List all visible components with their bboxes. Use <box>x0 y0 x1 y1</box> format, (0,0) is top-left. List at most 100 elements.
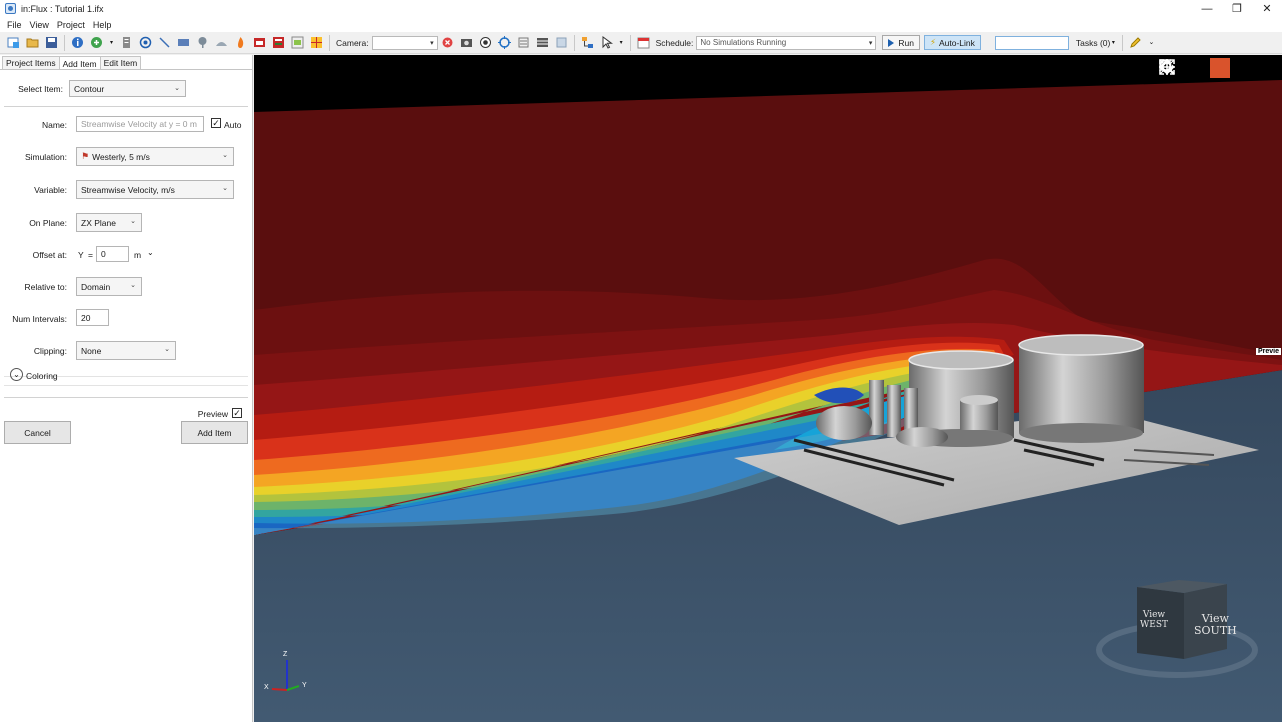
axis-y-label: Y <box>302 682 307 689</box>
preview-tag: Previe <box>1256 348 1282 355</box>
num-intervals-field[interactable]: 20 <box>76 309 109 326</box>
delete-camera-icon[interactable] <box>440 36 454 50</box>
crosshair-icon[interactable] <box>497 36 511 50</box>
new-project-icon[interactable] <box>7 36 21 50</box>
simulation-dropdown[interactable]: ⚑ Westerly, 5 m/s ⌄ <box>76 147 234 166</box>
chevron-down-icon: ⌄ <box>164 346 170 353</box>
offset-value-field[interactable]: 0 <box>96 246 129 262</box>
app-icon <box>5 3 16 14</box>
camera-label: Camera: <box>336 37 369 48</box>
open-folder-icon[interactable] <box>26 36 40 50</box>
menu-bar: File View Project Help <box>0 17 1282 32</box>
dropdown-arrow-icon[interactable]: ▾ <box>109 36 115 50</box>
edit-report-icon[interactable] <box>291 36 305 50</box>
terrain-icon[interactable] <box>215 36 229 50</box>
frame-icon[interactable] <box>554 36 568 50</box>
simulation-label: Simulation: <box>24 152 67 162</box>
divider <box>4 385 248 386</box>
rotate-icon[interactable] <box>1161 58 1254 78</box>
menu-help[interactable]: Help <box>89 20 116 30</box>
close-button[interactable]: ✕ <box>1252 0 1282 17</box>
maximize-button[interactable]: ❐ <box>1222 0 1252 17</box>
chevron-down-icon: ⌄ <box>130 218 136 225</box>
record-icon[interactable] <box>478 36 492 50</box>
variable-dropdown[interactable]: Streamwise Velocity, m/s ⌄ <box>76 180 234 199</box>
target-icon[interactable] <box>139 36 153 50</box>
select-item-dropdown[interactable]: Contour ⌄ <box>69 80 186 97</box>
add-item-form: Select Item: Contour ⌄ Name: Streamwise V… <box>0 69 252 722</box>
panel-tabs: Project Items Add Item Edit Item <box>2 56 142 71</box>
calendar-icon[interactable] <box>636 36 650 50</box>
chevron-down-icon: ⌄ <box>174 85 180 92</box>
toolbar-separator <box>629 34 631 51</box>
menu-file[interactable]: File <box>3 20 26 30</box>
expand-chevron-icon[interactable]: ⌄ <box>10 368 23 381</box>
side-panel: Project Items Add Item Edit Item Select … <box>0 55 253 722</box>
auto-label: Auto <box>224 120 242 130</box>
unit-chevron-icon[interactable]: ⌄ <box>147 248 154 257</box>
preview-checkbox[interactable]: ✓ <box>232 408 242 418</box>
info-icon[interactable] <box>71 36 85 50</box>
window-controls: — ❐ ✕ <box>1192 0 1282 17</box>
building-icon[interactable] <box>120 36 134 50</box>
name-label: Name: <box>41 120 67 130</box>
toolbar-separator <box>1121 34 1123 51</box>
box-icon[interactable] <box>177 36 191 50</box>
offset-axis: Y <box>78 250 84 260</box>
auto-link-button[interactable]: ⚡ Auto-Link <box>924 35 981 50</box>
axis-x-label: X <box>264 684 269 691</box>
pan-icon[interactable] <box>1159 58 1230 78</box>
coloring-section-header[interactable]: Coloring <box>26 371 58 381</box>
table-icon[interactable] <box>535 36 549 50</box>
relative-to-label: Relative to: <box>24 282 67 292</box>
view-cube-west-label[interactable]: View WEST <box>1140 610 1168 631</box>
grid-icon[interactable] <box>310 36 324 50</box>
relative-to-dropdown[interactable]: Domain ⌄ <box>76 277 142 296</box>
name-field[interactable]: Streamwise Velocity at y = 0 m <box>76 116 204 132</box>
tab-edit-item[interactable]: Edit Item <box>99 56 142 70</box>
schedule-label: Schedule: <box>655 37 694 48</box>
menu-project[interactable]: Project <box>53 20 89 30</box>
camera-select[interactable]: ▾ <box>371 35 438 50</box>
zoom-icon[interactable] <box>1159 58 1206 78</box>
viewport-toolbar <box>1158 58 1278 78</box>
preview-label: Preview <box>197 409 228 419</box>
chart-icon[interactable] <box>253 36 267 50</box>
overflow-chevron-icon[interactable]: ⌄ <box>1147 36 1155 50</box>
add-green-icon[interactable] <box>90 36 104 50</box>
hierarchy-icon[interactable] <box>580 36 594 50</box>
auto-checkbox[interactable]: ✓ <box>211 118 221 128</box>
layers-icon[interactable] <box>516 36 530 50</box>
save-icon[interactable] <box>45 36 59 50</box>
offset-unit: m <box>134 250 142 260</box>
cancel-button[interactable]: Cancel <box>4 421 71 444</box>
3d-viewport[interactable]: View WEST View SOUTH Z X Y Previe <box>254 55 1282 722</box>
tasks-menu[interactable]: Tasks (0) <box>1076 38 1110 48</box>
chevron-down-icon: ⌄ <box>222 185 228 192</box>
report-icon[interactable] <box>272 36 286 50</box>
num-intervals-label: Num Intervals: <box>12 314 67 324</box>
clipping-dropdown[interactable]: None ⌄ <box>76 341 176 360</box>
dropdown-arrow-icon[interactable]: ▾ <box>1110 36 1116 50</box>
link-icon: ⚡ <box>930 37 936 47</box>
fullscreen-icon[interactable] <box>1159 58 1278 78</box>
dropdown-arrow-icon[interactable]: ▾ <box>618 36 624 50</box>
fire-icon[interactable] <box>234 36 248 50</box>
cursor-icon[interactable] <box>599 36 613 50</box>
divider <box>4 397 248 398</box>
line-tool-icon[interactable] <box>158 36 172 50</box>
view-cube-south-label[interactable]: View SOUTH <box>1194 612 1237 637</box>
schedule-select[interactable]: No Simulations Running ▾ <box>696 35 877 50</box>
tab-project-items[interactable]: Project Items <box>2 56 60 70</box>
minimize-button[interactable]: — <box>1192 0 1222 17</box>
pencil-icon[interactable] <box>1128 36 1142 50</box>
tree-icon[interactable] <box>196 36 210 50</box>
menu-view[interactable]: View <box>26 20 53 30</box>
scene-render <box>254 55 1282 722</box>
select-item-label: Select Item: <box>18 84 63 94</box>
camera-icon[interactable] <box>459 36 473 50</box>
add-item-button[interactable]: Add Item <box>181 421 248 444</box>
toolbar-separator <box>64 34 65 51</box>
run-button[interactable]: Run <box>882 35 920 50</box>
on-plane-dropdown[interactable]: ZX Plane ⌄ <box>76 213 142 232</box>
